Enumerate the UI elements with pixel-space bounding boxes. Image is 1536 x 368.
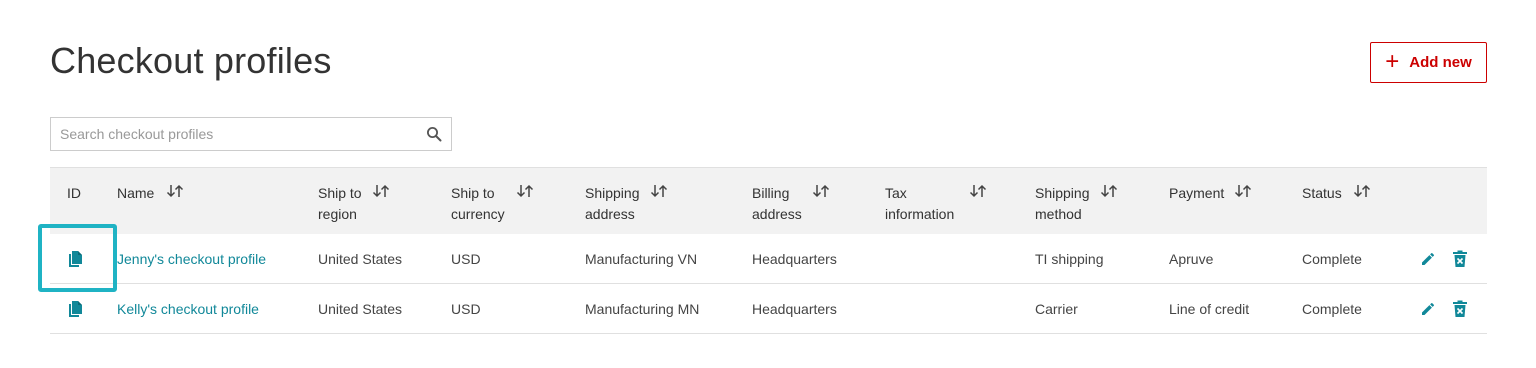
checkout-profiles-table: ID Name Ship to region Ship to currency … — [50, 167, 1487, 334]
sort-icon[interactable] — [1234, 183, 1252, 199]
shipping-method-cell: TI shipping — [1035, 250, 1104, 267]
region-cell: United States — [318, 300, 403, 317]
sort-icon[interactable] — [1353, 183, 1371, 199]
status-cell: Complete — [1302, 250, 1362, 267]
profile-name-link[interactable]: Kelly's checkout profile — [117, 284, 259, 333]
column-header-billing-address[interactable]: Billing address — [752, 183, 830, 225]
table-header: ID Name Ship to region Ship to currency … — [50, 167, 1487, 234]
region-cell: United States — [318, 250, 403, 267]
shipping-address-cell: Manufacturing MN — [585, 300, 700, 317]
column-header-shipping-address[interactable]: Shipping address — [585, 183, 668, 225]
delete-icon[interactable] — [1452, 284, 1468, 333]
status-cell: Complete — [1302, 300, 1362, 317]
profile-name-link[interactable]: Jenny's checkout profile — [117, 234, 266, 283]
sort-icon[interactable] — [166, 183, 184, 199]
sort-icon[interactable] — [969, 183, 987, 199]
column-header-name[interactable]: Name — [117, 183, 184, 204]
sort-icon[interactable] — [372, 183, 390, 199]
billing-address-cell: Headquarters — [752, 300, 837, 317]
table-row: Jenny's checkout profile United States U… — [50, 234, 1487, 284]
copy-icon[interactable] — [67, 234, 83, 283]
table-row: Kelly's checkout profile United States U… — [50, 284, 1487, 334]
column-header-status[interactable]: Status — [1302, 183, 1371, 204]
page-title: Checkout profiles — [50, 40, 332, 81]
sort-icon[interactable] — [650, 183, 668, 199]
edit-icon[interactable] — [1420, 284, 1436, 333]
currency-cell: USD — [451, 300, 481, 317]
column-header-region[interactable]: Ship to region — [318, 183, 390, 225]
currency-cell: USD — [451, 250, 481, 267]
payment-cell: Line of credit — [1169, 300, 1250, 317]
column-header-payment[interactable]: Payment — [1169, 183, 1252, 204]
search-box — [50, 117, 452, 151]
search-icon[interactable] — [417, 118, 451, 150]
delete-icon[interactable] — [1452, 234, 1468, 283]
column-header-id: ID — [67, 185, 81, 201]
column-header-shipping-method[interactable]: Shipping method — [1035, 183, 1118, 225]
payment-cell: Apruve — [1169, 250, 1214, 267]
add-new-label: Add new — [1409, 54, 1472, 71]
sort-icon[interactable] — [1100, 183, 1118, 199]
shipping-address-cell: Manufacturing VN — [585, 250, 698, 267]
shipping-method-cell: Carrier — [1035, 300, 1078, 317]
edit-icon[interactable] — [1420, 234, 1436, 283]
sort-icon[interactable] — [812, 183, 830, 199]
sort-icon[interactable] — [516, 183, 534, 199]
billing-address-cell: Headquarters — [752, 250, 837, 267]
column-header-currency[interactable]: Ship to currency — [451, 183, 534, 225]
plus-icon: + — [1385, 47, 1400, 75]
column-header-tax-information[interactable]: Tax information — [885, 183, 987, 225]
copy-icon[interactable] — [67, 284, 83, 333]
search-input[interactable] — [51, 118, 417, 150]
add-new-button[interactable]: + Add new — [1370, 42, 1487, 83]
